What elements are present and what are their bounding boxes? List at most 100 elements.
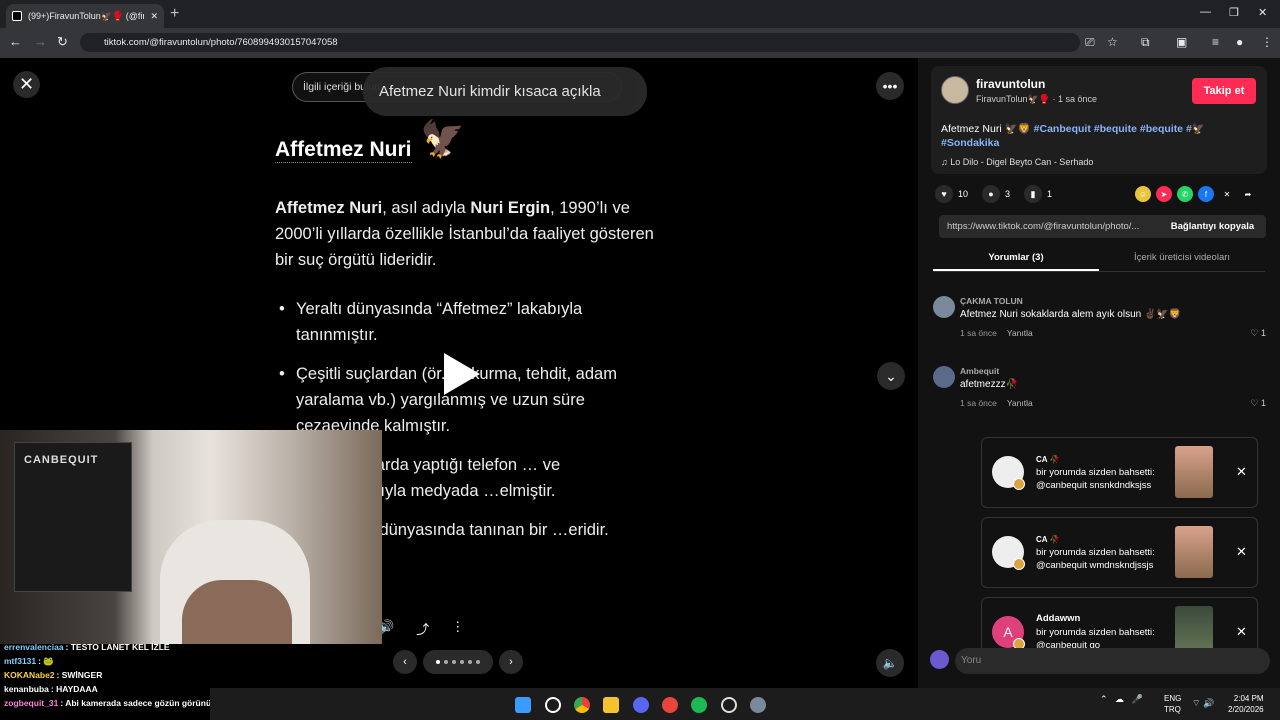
- copy-link-button[interactable]: Bağlantıyı kopyala: [1159, 215, 1266, 238]
- next-post-button[interactable]: ⌄: [877, 362, 905, 390]
- reload-icon[interactable]: ↻: [57, 34, 68, 50]
- close-viewer-button[interactable]: ✕: [13, 71, 40, 98]
- prev-slide-button[interactable]: ‹: [393, 650, 417, 674]
- profile-icon[interactable]: ●: [1236, 35, 1243, 49]
- browser-tab[interactable]: (99+)FiravunTolun🦅🥊 (@fira ✕: [6, 4, 164, 28]
- search-icon[interactable]: [545, 697, 561, 713]
- reply-button[interactable]: Yanıtla: [1007, 328, 1033, 338]
- search-suggestion-tooltip[interactable]: Afetmez Nuri kimdir kısaca açıkla: [363, 67, 647, 116]
- bookmark-star-icon[interactable]: ☆: [1107, 35, 1118, 49]
- badge-icon: [1013, 558, 1025, 570]
- author-avatar[interactable]: [941, 76, 969, 104]
- chat-line: KOKANabe2: SWİNGER: [4, 670, 103, 680]
- emoji-share-icon[interactable]: ☺: [1135, 186, 1151, 202]
- poster-title: CANBEQUIT: [24, 454, 99, 466]
- commenter-name[interactable]: Ambequit: [960, 366, 999, 376]
- url-field[interactable]: tiktok.com/@firavuntolun/photo/760899493…: [80, 33, 1080, 52]
- file-explorer-icon[interactable]: [603, 697, 619, 713]
- tiktok-favicon-icon: [12, 11, 22, 21]
- back-icon[interactable]: ←: [9, 34, 22, 49]
- window-close-icon[interactable]: ✕: [1258, 6, 1267, 19]
- follow-button[interactable]: Takip et: [1192, 78, 1256, 104]
- extensions-icon[interactable]: ⧉: [1141, 35, 1150, 50]
- obs-icon[interactable]: [721, 697, 737, 713]
- notification-thumbnail: [1175, 446, 1213, 498]
- photo-toolbar: 🔊 ⤴ ⋮: [378, 619, 464, 638]
- comment-meta: 1 sa önce Yanıtla: [960, 398, 1033, 408]
- x-icon[interactable]: ✕: [1219, 186, 1235, 202]
- language-indicator[interactable]: ENG TRQ: [1164, 693, 1181, 715]
- maximize-icon[interactable]: ❐: [1229, 6, 1239, 19]
- send-icon[interactable]: ➤: [1156, 186, 1172, 202]
- notification-line: bir yorumda sizden bahsetti:: [1036, 547, 1155, 558]
- reading-list-icon[interactable]: ≡: [1212, 35, 1219, 49]
- comment-text: afetmezzz🥀: [960, 379, 1019, 390]
- comment-meta: 1 sa önce Yanıtla: [960, 328, 1033, 338]
- close-notification-icon[interactable]: ✕: [1236, 624, 1247, 640]
- sidepanel-icon[interactable]: ▣: [1176, 35, 1187, 49]
- commenter-avatar[interactable]: [933, 296, 955, 318]
- author-username[interactable]: firavuntolun: [976, 77, 1045, 91]
- taskbar-clock[interactable]: 2:04 PM 2/20/2026: [1228, 693, 1264, 715]
- comment-like-button[interactable]: ♡ 1: [1250, 398, 1266, 409]
- minimize-icon[interactable]: —: [1200, 6, 1211, 18]
- mention-notification[interactable]: CA 🥀 bir yorumda sizden bahsetti: @canbe…: [981, 437, 1258, 508]
- play-icon[interactable]: [444, 353, 480, 395]
- browser-tab-strip: [0, 0, 1280, 28]
- close-notification-icon[interactable]: ✕: [1236, 544, 1247, 560]
- post-actions: ♥ 10 ● 3 ▮ 1: [935, 185, 1052, 203]
- music-info[interactable]: ♫ Lo Dilo - Digel Beyto Can - Serhado: [941, 157, 1093, 167]
- spotify-icon[interactable]: [691, 697, 707, 713]
- comment-button[interactable]: ● 3: [982, 185, 1010, 203]
- tab-creator-videos[interactable]: İçerik üreticisi videoları: [1099, 248, 1265, 271]
- webcam-overlay: CANBEQUIT: [0, 430, 382, 644]
- tab-title: (99+)FiravunTolun🦅🥊 (@fira: [28, 10, 145, 21]
- more-icon[interactable]: ⋮: [451, 619, 464, 638]
- chrome-menu-icon[interactable]: ⋮: [1261, 35, 1273, 49]
- post-details-panel: firavuntolun FiravunTolun🦅🥊 · 1 sa önce …: [918, 58, 1280, 688]
- settings-icon[interactable]: [750, 697, 766, 713]
- notification-title: Addawwn: [1036, 613, 1081, 624]
- facebook-icon[interactable]: f: [1198, 186, 1214, 202]
- network-icon[interactable]: ⌔ 🔊: [1192, 698, 1214, 709]
- slide-dots: [423, 650, 493, 674]
- comment-input[interactable]: Yoru: [955, 648, 1270, 674]
- install-icon[interactable]: ⎚: [1085, 35, 1095, 50]
- next-slide-button[interactable]: ›: [499, 650, 523, 674]
- forward-share-icon[interactable]: ➦: [1240, 186, 1256, 202]
- commenter-name[interactable]: ÇAKMA TOLUN: [960, 296, 1023, 306]
- chrome-icon[interactable]: [574, 697, 590, 713]
- photo-heading: Affetmez Nuri: [275, 138, 412, 163]
- notification-title: CA 🥀: [1036, 535, 1060, 544]
- search-tooltip-text: Afetmez Nuri kimdir kısaca açıkla: [379, 83, 601, 100]
- discord-icon[interactable]: [633, 697, 649, 713]
- system-tray[interactable]: ⌃ ☁ 🎤: [1100, 694, 1143, 705]
- more-options-button[interactable]: •••: [876, 72, 904, 100]
- bookmark-icon: ▮: [1024, 185, 1043, 203]
- tab-close-icon[interactable]: ✕: [150, 11, 158, 22]
- app-icon[interactable]: [662, 697, 678, 713]
- url-text: tiktok.com/@firavuntolun/photo/760899493…: [104, 37, 338, 48]
- tab-comments[interactable]: Yorumlar (3): [933, 248, 1099, 271]
- post-link-field[interactable]: https://www.tiktok.com/@firavuntolun/pho…: [939, 215, 1266, 238]
- close-notification-icon[interactable]: ✕: [1236, 464, 1247, 480]
- author-meta: FiravunTolun🦅🥊 · 1 sa önce: [976, 94, 1097, 104]
- reply-button[interactable]: Yanıtla: [1007, 398, 1033, 408]
- start-icon[interactable]: [515, 697, 531, 713]
- share-icon[interactable]: ⤴: [416, 619, 429, 638]
- volume-button[interactable]: 🔈: [876, 649, 904, 677]
- photo-intro: Affetmez Nuri, asıl adıyla Nuri Ergin, 1…: [275, 199, 654, 269]
- save-button[interactable]: ▮ 1: [1024, 185, 1052, 203]
- comment-icon: ●: [982, 185, 1001, 203]
- forward-icon[interactable]: →: [34, 34, 47, 49]
- like-button[interactable]: ♥ 10: [935, 185, 968, 203]
- notification-line: @canbequit snsnkdndksjss: [1036, 480, 1152, 491]
- commenter-avatar[interactable]: [933, 366, 955, 388]
- comment-text: Afetmez Nuri sokaklarda alem ayık olsun …: [960, 309, 1182, 320]
- comment-like-button[interactable]: ♡ 1: [1250, 328, 1266, 339]
- badge-icon: [1013, 478, 1025, 490]
- mention-notification[interactable]: CA 🥀 bir yorumda sizden bahsetti: @canbe…: [981, 517, 1258, 588]
- whatsapp-icon[interactable]: ✆: [1177, 186, 1193, 202]
- eagle-emoji-icon: 🦅: [420, 118, 465, 159]
- new-tab-button[interactable]: +: [170, 5, 179, 23]
